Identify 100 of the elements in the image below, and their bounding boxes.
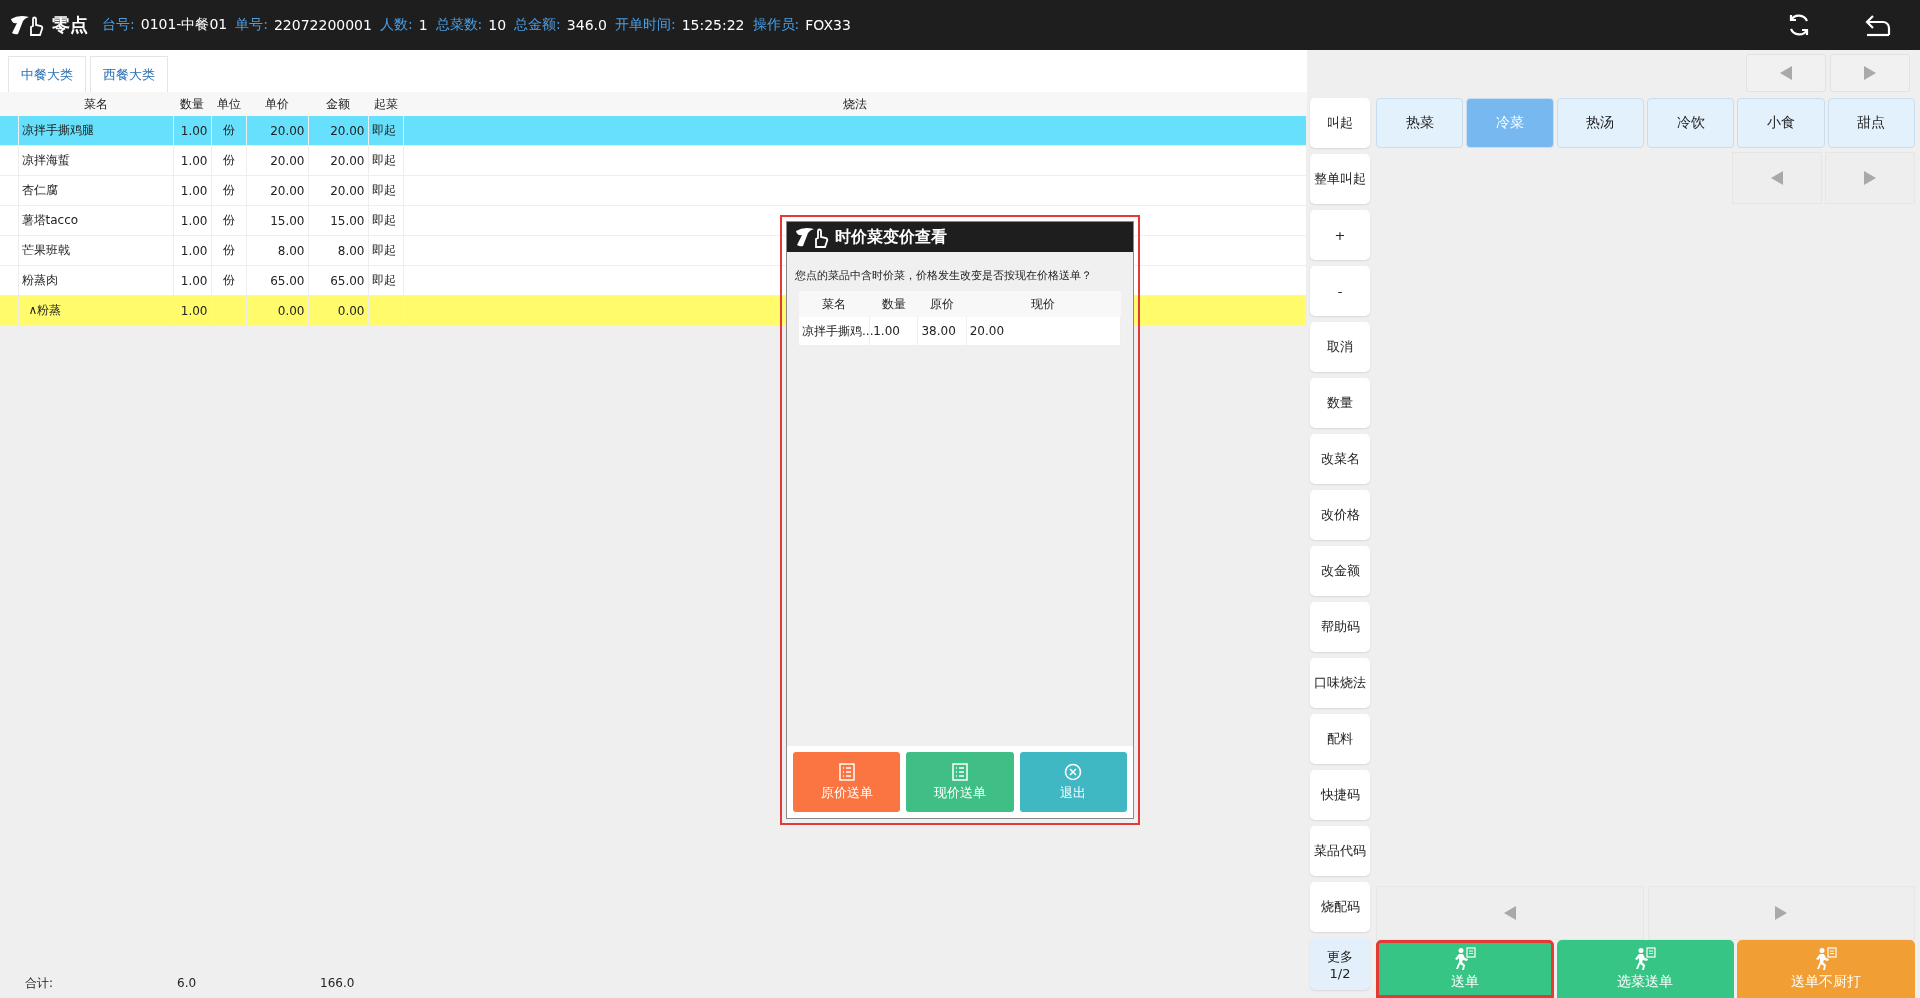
amount-cell: 20.00: [330, 123, 365, 138]
amount-cell: 65.00: [330, 273, 365, 288]
quantity-cell: 1.00: [873, 324, 900, 338]
dish-name: 凉拌手撕鸡...: [802, 323, 874, 338]
total-label: 合计:: [25, 974, 55, 992]
dish-name: 杏仁腐: [21, 183, 58, 197]
back-icon[interactable]: [1864, 13, 1892, 37]
order-row[interactable]: 凉拌海蜇 1.00 份 20.00 20.00 即起: [0, 145, 1307, 176]
app-name: 零点: [52, 13, 88, 37]
column-header: 原价: [930, 296, 955, 311]
runner-icon: [1814, 947, 1839, 971]
quantity-cell: 1.00: [180, 183, 208, 198]
action-button[interactable]: 更多 1/2: [1310, 938, 1370, 990]
unit-cell: 份: [222, 273, 235, 287]
info-label: 开单时间:: [614, 16, 676, 34]
column-header: 金额: [326, 96, 350, 111]
action-button[interactable]: +: [1310, 210, 1370, 260]
dialog-message: 您点的菜品中含时价菜，价格发生改变是否按现在价格送单？: [795, 268, 1093, 283]
serve-cell: 即起: [371, 123, 396, 137]
total-quantity: 6.0: [176, 976, 198, 990]
category-group-tab[interactable]: 西餐大类: [90, 56, 168, 92]
info-value: 1: [418, 17, 428, 33]
quantity-cell: 1.00: [180, 303, 208, 318]
info-label: 台号:: [102, 16, 135, 34]
action-button[interactable]: 口味烧法: [1310, 658, 1370, 708]
list-icon: [951, 762, 969, 781]
order-row[interactable]: 凉拌手撕鸡腿 1.00 份 20.00 20.00 即起: [0, 116, 1307, 146]
amount-cell: 0.00: [337, 303, 365, 318]
next-icon[interactable]: [1863, 170, 1877, 186]
current-price-cell: 20.00: [969, 324, 1004, 338]
quantity-cell: 1.00: [180, 213, 208, 228]
action-button[interactable]: 改菜名: [1310, 434, 1370, 484]
quantity-cell: 1.00: [180, 153, 208, 168]
column-header: 现价: [1031, 296, 1056, 311]
category-group-tab[interactable]: 中餐大类: [8, 56, 86, 92]
serve-cell: 即起: [371, 273, 396, 287]
category-button[interactable]: 热汤: [1556, 98, 1644, 148]
price-cell: 20.00: [270, 183, 305, 198]
action-button[interactable]: 菜品代码: [1310, 826, 1370, 876]
info-value: 15:25:22: [681, 17, 745, 33]
runner-icon: [1633, 947, 1658, 971]
price-cell: 0.00: [277, 303, 305, 318]
serve-cell: 即起: [371, 243, 396, 257]
quantity-cell: 1.00: [180, 123, 208, 138]
column-header: 菜名: [83, 96, 108, 111]
action-button[interactable]: 改金额: [1310, 546, 1370, 596]
next-icon[interactable]: [1863, 65, 1877, 81]
quantity-cell: 1.00: [180, 243, 208, 258]
column-header: 数量: [881, 296, 906, 311]
info-label: 人数:: [379, 16, 413, 34]
price-cell: 65.00: [270, 273, 305, 288]
logo-icon: [8, 14, 44, 36]
info-label: 操作员:: [752, 16, 800, 34]
info-value: 22072200001: [273, 17, 372, 33]
price-cell: 20.00: [270, 153, 305, 168]
info-value: 0101-中餐01: [140, 16, 228, 34]
original-price-cell: 38.00: [921, 324, 956, 338]
category-button[interactable]: 小食: [1737, 98, 1825, 148]
category-button[interactable]: 甜点: [1827, 98, 1915, 148]
info-value: 10: [488, 17, 507, 33]
dish-name: 芒果班戟: [21, 243, 70, 257]
unit-cell: 份: [222, 213, 235, 227]
action-button[interactable]: 配料: [1310, 714, 1370, 764]
dish-name: 凉拌手撕鸡腿: [21, 123, 94, 137]
quantity-cell: 1.00: [180, 273, 208, 288]
amount-cell: 15.00: [330, 213, 365, 228]
info-value: 346.0: [566, 17, 607, 33]
close-circle-icon: [1064, 762, 1083, 781]
amount-cell: 8.00: [337, 243, 365, 258]
unit-cell: 份: [222, 183, 235, 197]
action-button[interactable]: 整单叫起: [1310, 154, 1370, 204]
action-button[interactable]: -: [1310, 266, 1370, 316]
category-button[interactable]: 热菜: [1376, 98, 1464, 148]
unit-cell: 份: [222, 123, 235, 137]
action-button[interactable]: 烧配码: [1310, 882, 1370, 932]
action-button[interactable]: 快捷码: [1310, 770, 1370, 820]
column-header: 数量: [180, 96, 204, 111]
info-label: 总金额:: [514, 16, 561, 34]
info-value: FOX33: [805, 17, 851, 33]
amount-cell: 20.00: [330, 153, 365, 168]
order-row[interactable]: 杏仁腐 1.00 份 20.00 20.00 即起: [0, 175, 1307, 206]
action-button[interactable]: 数量: [1310, 378, 1370, 428]
action-button[interactable]: 帮助码: [1310, 602, 1370, 652]
dish-name: 薯塔tacco: [21, 213, 79, 227]
action-button[interactable]: 改价格: [1310, 490, 1370, 540]
category-button[interactable]: 冷饮: [1647, 98, 1735, 148]
action-button[interactable]: 叫起: [1310, 98, 1370, 148]
action-button[interactable]: 取消: [1310, 322, 1370, 372]
logo-icon: [793, 226, 829, 248]
previous-icon[interactable]: [1779, 65, 1793, 81]
previous-icon[interactable]: [1770, 170, 1784, 186]
column-header: 单位: [216, 96, 241, 111]
unit-cell: 份: [222, 153, 235, 167]
next-icon[interactable]: [1774, 905, 1789, 921]
serve-cell: 即起: [371, 183, 396, 197]
column-header: 起菜: [373, 96, 398, 111]
column-header: 烧法: [842, 96, 867, 111]
serve-cell: 即起: [371, 153, 396, 167]
previous-icon[interactable]: [1502, 905, 1517, 921]
dish-name: 凉拌海蜇: [21, 153, 70, 167]
